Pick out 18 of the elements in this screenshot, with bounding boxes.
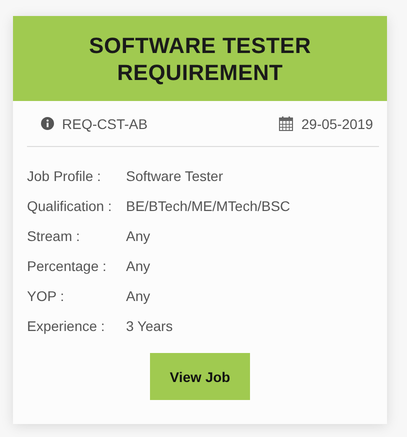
detail-value: Any	[126, 258, 150, 274]
detail-value: Software Tester	[126, 168, 224, 184]
posting-date: 29-05-2019	[301, 116, 373, 132]
detail-label: Job Profile :	[27, 168, 102, 184]
detail-label: Qualification :	[27, 198, 113, 214]
detail-value: Any	[126, 228, 150, 244]
detail-label: YOP :	[27, 288, 66, 304]
detail-value: BE/BTech/ME/MTech/BSC	[126, 198, 290, 214]
view-job-button[interactable]: View Job	[150, 353, 250, 400]
detail-label: Experience :	[27, 318, 106, 334]
detail-value: 3 Years	[126, 318, 173, 334]
detail-value: Any	[126, 288, 150, 304]
info-icon	[41, 117, 54, 130]
detail-label: Stream :	[27, 228, 81, 244]
calendar-icon	[279, 116, 294, 131]
job-title: SOFTWARE TESTER REQUIREMENT	[88, 32, 312, 86]
detail-label: Percentage :	[27, 258, 108, 274]
reference-code: REQ-CST-AB	[62, 116, 148, 132]
